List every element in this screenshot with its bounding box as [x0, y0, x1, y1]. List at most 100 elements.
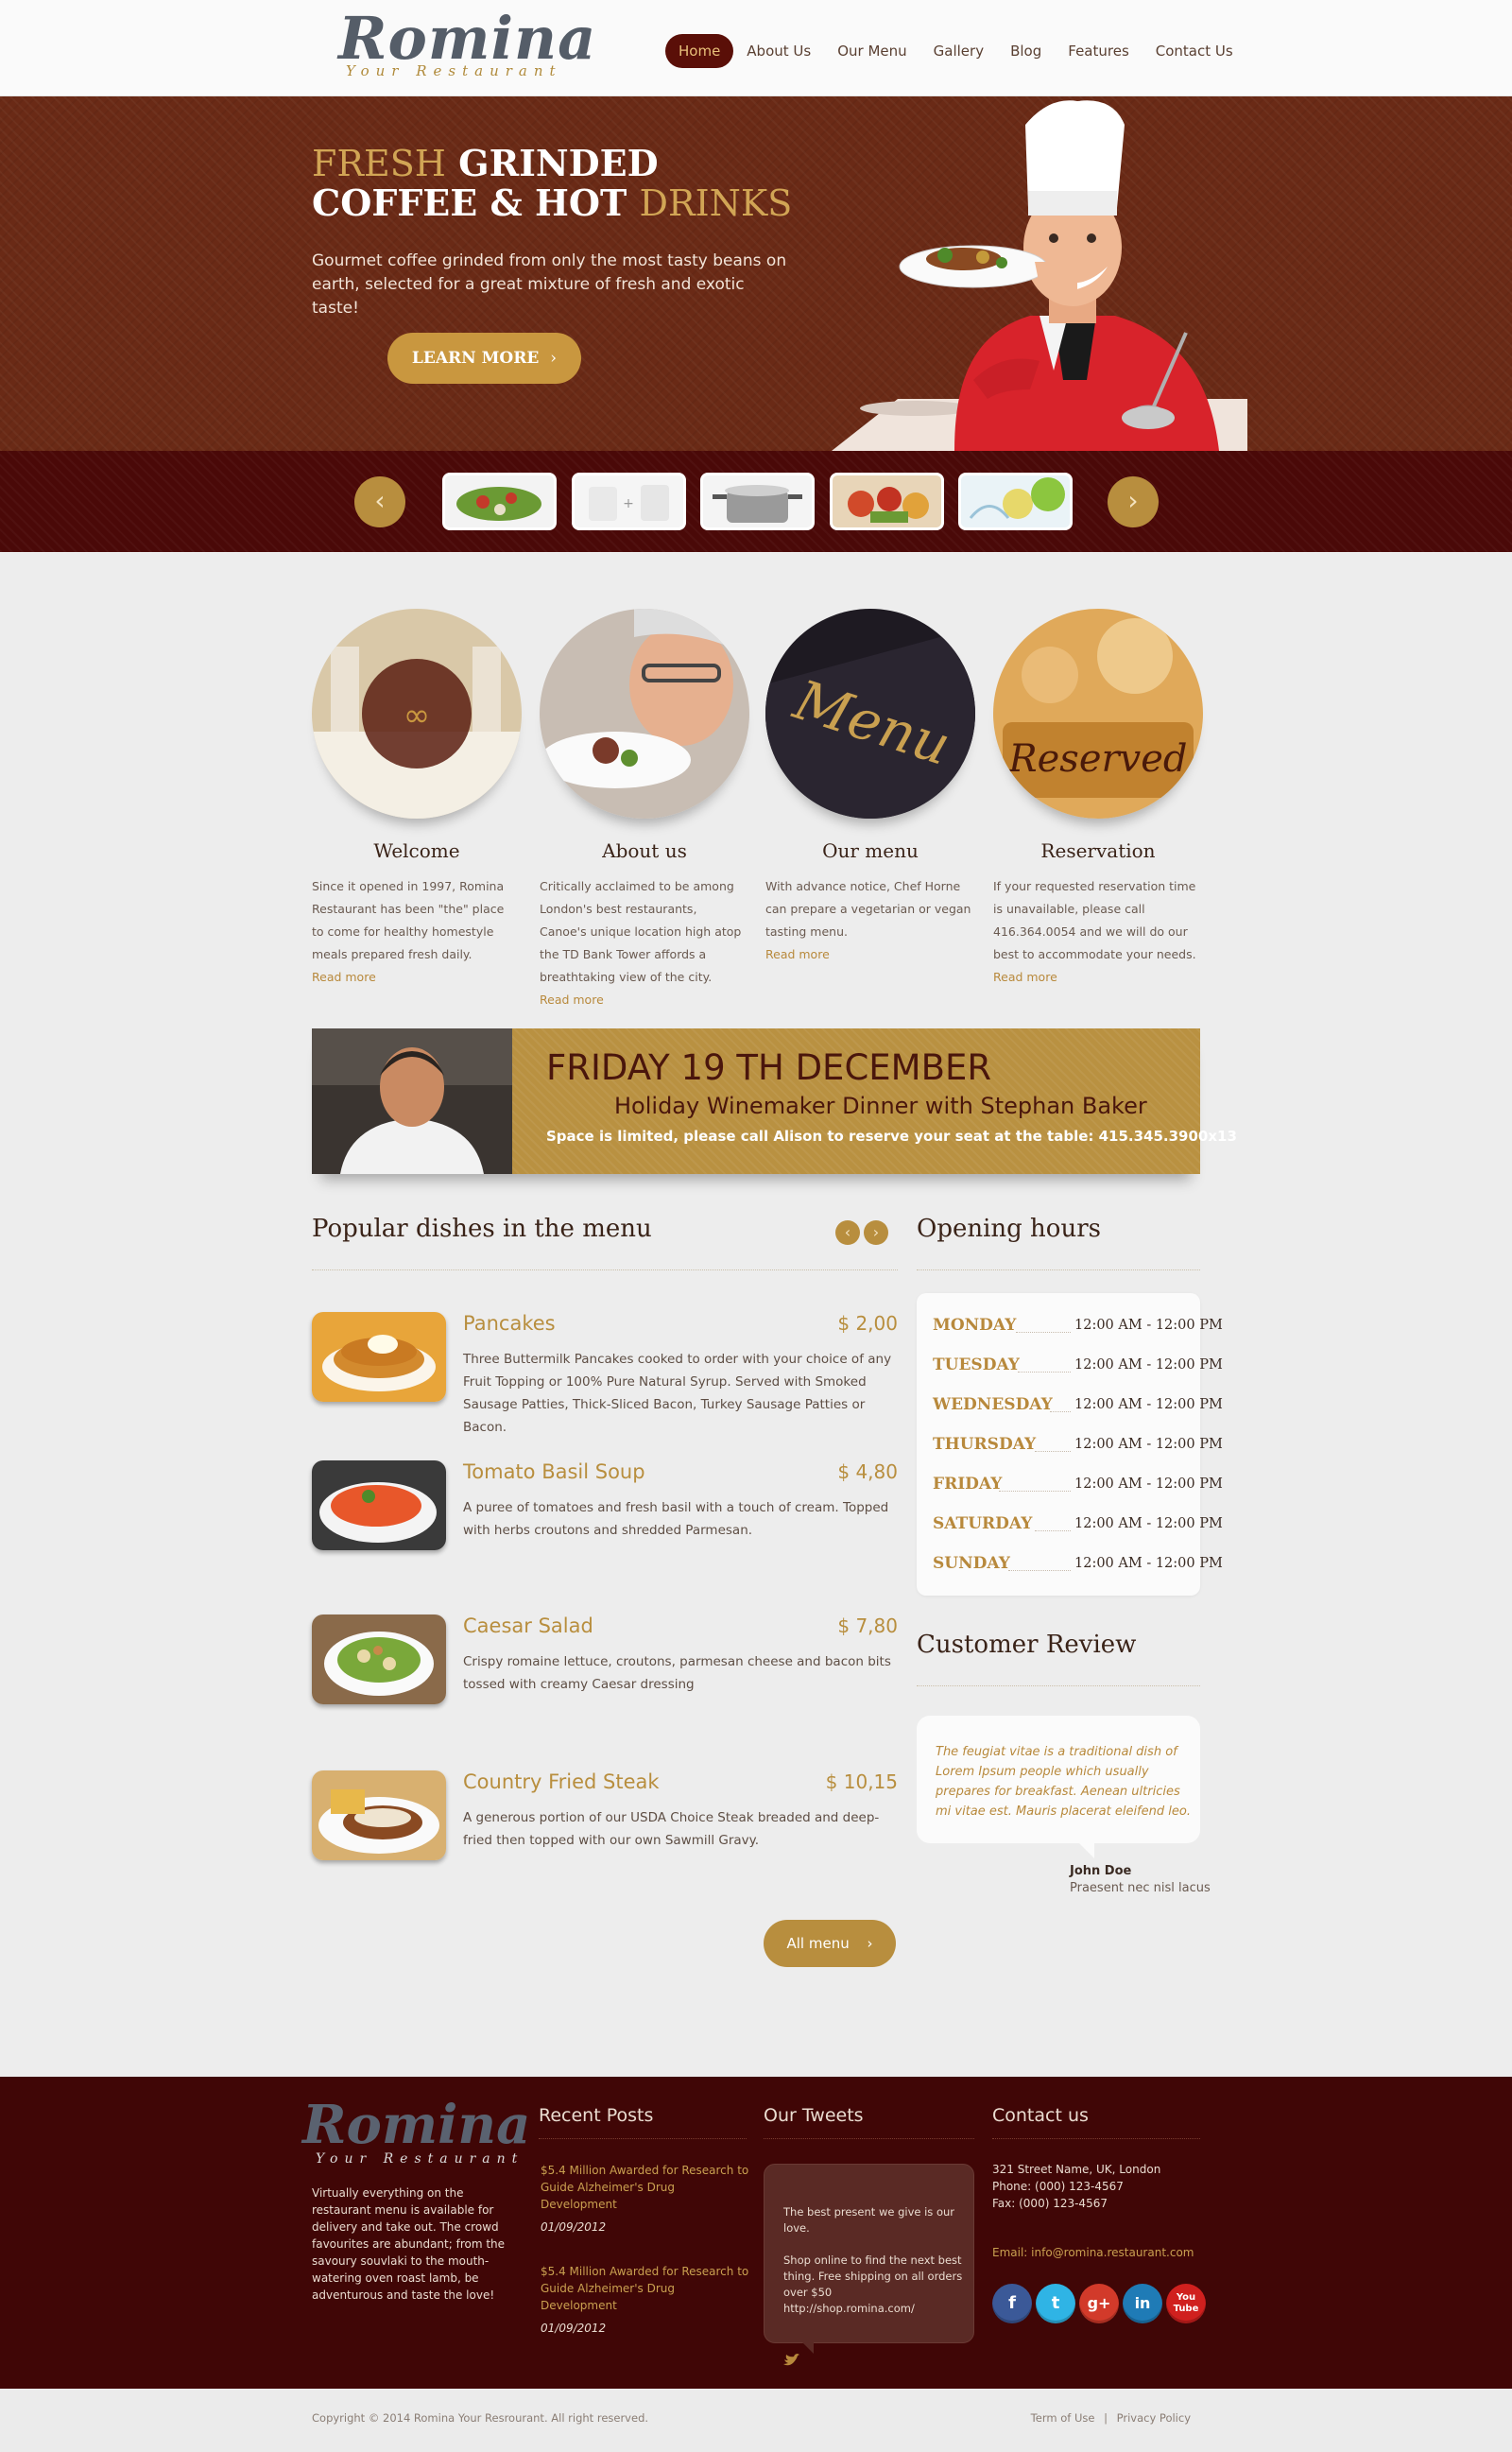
dish-item[interactable]: Caesar Salad $ 7,80 Crispy romaine lettu… [312, 1615, 898, 1728]
salad-thumb[interactable] [442, 473, 557, 530]
contact-phone: Phone: (000) 123-4567 [992, 2180, 1124, 2193]
logo[interactable]: Romina Your Restaurant [338, 4, 595, 87]
bubble-tail [802, 2342, 814, 2354]
dishes-prev-icon[interactable]: ‹ [835, 1220, 860, 1245]
terms-link[interactable]: Term of Use [1031, 2411, 1095, 2425]
time: 12:00 AM - 12:00 PM [1074, 1476, 1223, 1492]
feature-title: Reservation [1040, 839, 1156, 862]
chevron-right-icon: › [867, 1935, 873, 1952]
read-more-link[interactable]: Read more [312, 966, 522, 989]
hours-row: THURSDAY 12:00 AM - 12:00 PM [933, 1435, 1223, 1458]
post-title[interactable]: $5.4 Million Awarded for Research to Gui… [541, 2162, 753, 2213]
hours-row: MONDAY 12:00 AM - 12:00 PM [933, 1316, 1223, 1338]
dot-leader [1008, 1570, 1071, 1571]
caesar-salad-image [312, 1615, 446, 1704]
review-text: The feugiat vitae is a traditional dish … [936, 1745, 1191, 1819]
time: 12:00 AM - 12:00 PM [1074, 1437, 1223, 1452]
hours-heading: Opening hours [917, 1215, 1101, 1243]
twitter-icon[interactable]: t [1036, 2284, 1075, 2323]
chef-illustration [832, 100, 1247, 451]
review-heading: Customer Review [917, 1631, 1137, 1659]
nav-features[interactable]: Features [1055, 34, 1143, 68]
event-title: Holiday Winemaker Dinner with Stephan Ba… [614, 1093, 1147, 1119]
linkedin-icon[interactable]: in [1123, 2284, 1162, 2323]
time: 12:00 AM - 12:00 PM [1074, 1357, 1223, 1373]
dishes-next-icon[interactable]: › [864, 1220, 888, 1245]
footer-logo-name[interactable]: Romina [302, 2094, 530, 2156]
twitter-bird-icon [782, 2353, 799, 2371]
read-more-link[interactable]: Read more [540, 989, 749, 1011]
contact-heading: Contact us [992, 2105, 1089, 2126]
nav-home[interactable]: Home [665, 34, 734, 68]
read-more-link[interactable]: Read more [765, 943, 975, 966]
chevron-right-icon: › [550, 349, 558, 368]
dish-price: $ 7,80 [837, 1615, 898, 1637]
contact-fax: Fax: (000) 123-4567 [992, 2197, 1108, 2210]
copyright: Copyright © 2014 Romina Your Resrourant.… [312, 2411, 649, 2425]
hero-banner: FRESH GRINDED COFFEE & HOT DRINKS Gourme… [0, 96, 1512, 451]
dot-leader [1035, 1530, 1071, 1531]
post-title[interactable]: $5.4 Million Awarded for Research to Gui… [541, 2263, 753, 2314]
hours-row: SUNDAY 12:00 AM - 12:00 PM [933, 1554, 1223, 1577]
day: SATURDAY [933, 1514, 1033, 1533]
event-banner: FRIDAY 19 TH DECEMBER Holiday Winemaker … [312, 1028, 1237, 1174]
feature-text: Since it opened in 1997, Romina Restaura… [312, 879, 505, 961]
dish-desc: A puree of tomatoes and fresh basil with… [463, 1500, 889, 1538]
hours-row: TUESDAY 12:00 AM - 12:00 PM [933, 1356, 1223, 1378]
nav-blog[interactable]: Blog [997, 34, 1055, 68]
nav-our-menu[interactable]: Our Menu [824, 34, 919, 68]
legal-links: Term of Use | Privacy Policy [1031, 2411, 1191, 2425]
post-item: $5.4 Million Awarded for Research to Gui… [541, 2263, 753, 2335]
cooking-pot-thumb[interactable] [700, 473, 815, 530]
dish-name: Caesar Salad [463, 1615, 593, 1637]
reservation-image: Reserved [993, 609, 1203, 819]
nav-contact-us[interactable]: Contact Us [1143, 34, 1246, 68]
event-info: Space is limited, please call Alison to … [546, 1128, 1237, 1145]
divider [764, 2138, 974, 2139]
svg-text:∞: ∞ [404, 697, 430, 734]
divider [917, 1685, 1200, 1687]
feature-welcome: ∞ Welcome Since it opened in 1997, Romin… [312, 609, 522, 989]
learn-more-button[interactable]: LEARN MORE › [387, 333, 581, 384]
dish-desc: Three Buttermilk Pancakes cooked to orde… [463, 1352, 892, 1435]
fried-steak-image [312, 1770, 446, 1860]
slider-next-icon[interactable]: › [1108, 476, 1159, 527]
time: 12:00 AM - 12:00 PM [1074, 1397, 1223, 1412]
dish-price: $ 10,15 [825, 1770, 898, 1793]
time: 12:00 AM - 12:00 PM [1074, 1556, 1223, 1571]
kitchenware-thumb[interactable]: + [572, 473, 686, 530]
tweet-box: The best present we give is our love. Sh… [764, 2164, 974, 2354]
nav-gallery[interactable]: Gallery [920, 34, 997, 68]
day: THURSDAY [933, 1435, 1037, 1454]
facebook-icon[interactable]: f [992, 2284, 1032, 2323]
popular-heading: Popular dishes in the menu [312, 1215, 652, 1243]
nav-about-us[interactable]: About Us [733, 34, 824, 68]
day: FRIDAY [933, 1475, 1003, 1494]
dish-item[interactable]: Country Fried Steak $ 10,15 A generous p… [312, 1770, 898, 1884]
contact-email[interactable]: Email: info@romina.restaurant.com [992, 2246, 1194, 2259]
slider-prev-icon[interactable]: ‹ [354, 476, 405, 527]
day: WEDNESDAY [933, 1395, 1053, 1414]
time: 12:00 AM - 12:00 PM [1074, 1516, 1223, 1531]
hero-subtitle: Gourmet coffee grinded from only the mos… [312, 251, 787, 318]
all-menu-button[interactable]: All menu › [764, 1920, 896, 1967]
privacy-link[interactable]: Privacy Policy [1117, 2411, 1191, 2425]
vegetables-thumb[interactable] [830, 473, 944, 530]
dot-leader [1050, 1411, 1071, 1412]
lime-water-thumb[interactable] [958, 473, 1073, 530]
dish-item[interactable]: Tomato Basil Soup $ 4,80 A puree of toma… [312, 1460, 898, 1574]
thumbnail-slider: ‹ + › [0, 451, 1512, 552]
pancakes-image [312, 1312, 446, 1402]
logo-tagline: Your Restaurant [346, 62, 562, 79]
google-plus-icon[interactable]: g+ [1079, 2284, 1119, 2323]
bubble-tail [1077, 1841, 1094, 1858]
dish-item[interactable]: Pancakes $ 2,00 Three Buttermilk Pancake… [312, 1312, 898, 1435]
reviewer-name: John Doe [1070, 1864, 1132, 1878]
feature-title: Welcome [373, 839, 460, 862]
feature-our-menu: Menu Our menu With advance notice, Chef … [765, 609, 975, 966]
dish-desc: Crispy romaine lettuce, croutons, parmes… [463, 1654, 891, 1692]
youtube-icon[interactable]: You Tube [1166, 2284, 1206, 2323]
post-date: 01/09/2012 [541, 2322, 607, 2335]
read-more-link[interactable]: Read more [993, 966, 1203, 989]
divider [312, 1269, 898, 1271]
